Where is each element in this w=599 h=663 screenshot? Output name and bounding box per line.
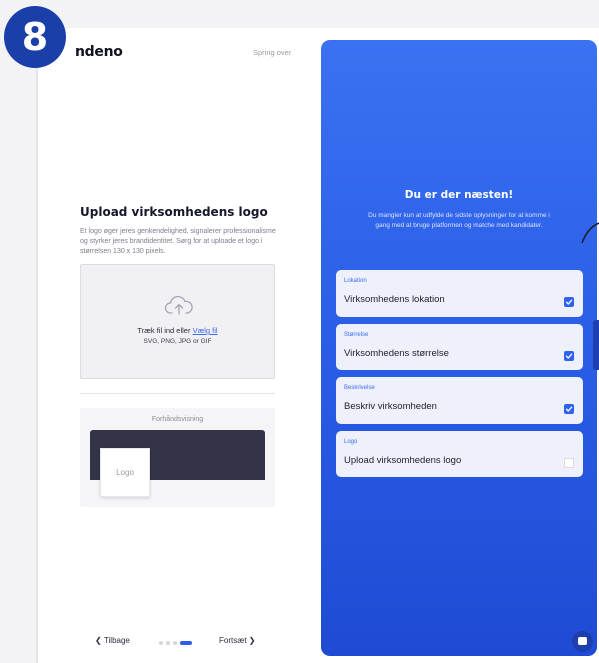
checklist-card-description[interactable]: Beskrivelse Beskriv virksomheden	[336, 377, 583, 424]
progress-dot	[173, 641, 177, 645]
checkbox-checked-icon[interactable]	[564, 404, 574, 414]
chat-icon	[578, 637, 587, 645]
preview-label: Forhåndsvisning	[151, 416, 204, 423]
brand-logo: ndeno	[75, 44, 123, 60]
back-label: Tilbage	[103, 636, 130, 645]
checklist-card-size[interactable]: Størrelse Virksomhedens størrelse	[336, 324, 583, 370]
checkmark-icon	[565, 299, 573, 305]
step-progress-dots	[159, 640, 199, 646]
logo-preview: Forhåndsvisning Logo	[80, 408, 275, 507]
feedback-side-tab[interactable]	[593, 320, 599, 370]
card-label: Lokation	[344, 278, 367, 284]
back-button[interactable]: ❮ Tilbage	[95, 636, 130, 645]
skip-link[interactable]: Spring over	[253, 48, 291, 57]
checkbox-checked-icon[interactable]	[564, 297, 574, 307]
card-value: Virksomhedens størrelse	[344, 348, 449, 359]
checkbox-checked-icon[interactable]	[564, 351, 574, 361]
cloud-upload-icon	[164, 295, 193, 315]
section-divider	[80, 393, 275, 394]
card-label: Størrelse	[344, 332, 369, 338]
checkmark-icon	[565, 353, 573, 359]
allowed-formats: SVG, PNG, JPG or GIF	[143, 338, 212, 345]
progress-dot-active	[180, 641, 192, 645]
panel-subtitle: Du mangler kun at udfylde de sidste oply…	[368, 212, 550, 229]
card-value: Virksomhedens lokation	[344, 294, 445, 305]
upload-title: Upload virksomhedens logo	[80, 205, 268, 219]
drop-text: Træk fil ind eller	[137, 326, 191, 335]
upload-description: Et logo øger jeres genkendelighed, signa…	[80, 228, 276, 255]
checklist-card-location[interactable]: Lokation Virksomhedens lokation	[336, 270, 583, 317]
card-value: Beskriv virksomheden	[344, 401, 437, 412]
continue-button[interactable]: Fortsæt ❯	[219, 636, 256, 645]
drop-instructions: Træk fil ind eller Vælg fil	[81, 326, 274, 335]
checkmark-icon	[565, 406, 573, 412]
progress-panel: Du er der næsten! Du mangler kun at udfy…	[321, 40, 597, 656]
checklist-card-logo[interactable]: Logo Upload virksomhedens logo	[336, 431, 583, 477]
next-label: Fortsæt	[219, 636, 247, 645]
chevron-left-icon: ❮	[95, 636, 104, 645]
step-number-badge: 8	[4, 6, 66, 68]
preview-logo-placeholder: Logo	[100, 448, 150, 497]
card-value: Upload virksomhedens logo	[344, 455, 462, 466]
checkbox-unchecked-icon[interactable]	[564, 458, 574, 468]
progress-dot	[159, 641, 163, 645]
logo-dropzone[interactable]: Træk fil ind eller Vælg fil SVG, PNG, JP…	[80, 264, 275, 379]
chat-launcher-button[interactable]	[572, 631, 593, 652]
decorative-curve	[581, 222, 599, 244]
card-label: Beskrivelse	[344, 385, 375, 391]
card-label: Logo	[344, 439, 358, 445]
choose-file-link[interactable]: Vælg fil	[193, 326, 218, 335]
chevron-right-icon: ❯	[246, 636, 256, 645]
step-navigation: ❮ Tilbage Fortsæt ❯	[95, 636, 265, 650]
progress-dot	[166, 641, 170, 645]
panel-title: Du er der næsten!	[404, 189, 514, 201]
